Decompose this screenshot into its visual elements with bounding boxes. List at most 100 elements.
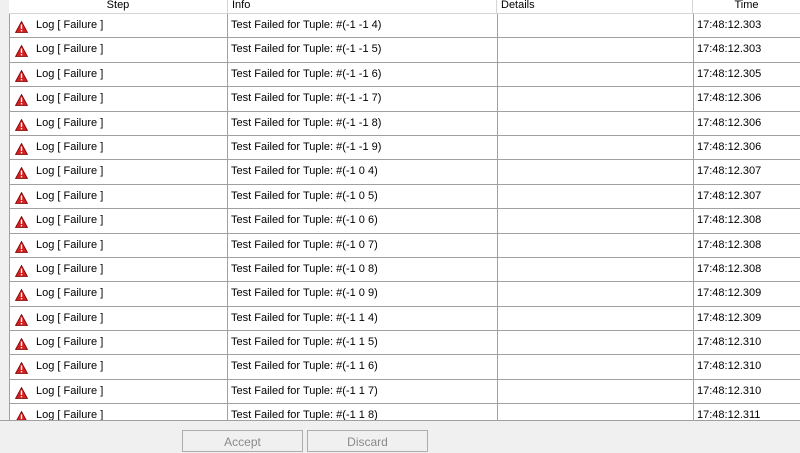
time-cell: 17:48:12.310 [697,336,762,349]
info-cell: Test Failed for Tuple: #(-1 0 5) [228,184,498,209]
info-cell: Test Failed for Tuple: #(-1 1 7) [228,379,498,404]
warning-icon [14,92,29,107]
step-cell: Log [ Failure ] [10,38,228,62]
time-cell: 17:48:12.303 [697,19,762,31]
results-table: Step Info Details Time Log [ Failure ] Te… [0,0,800,420]
info-cell: Test Failed for Tuple: #(-1 -1 4) [228,14,498,38]
info-cell: Test Failed for Tuple: #(-1 1 8) [228,404,498,420]
details-cell [498,160,694,184]
details-cell [498,87,694,111]
details-cell [498,38,694,62]
time-cell: 17:48:12.308 [697,238,762,251]
step-label: Log [ Failure ] [36,336,104,349]
column-header-details[interactable]: Details [497,0,693,13]
table-row[interactable]: Log [ Failure ] Test Failed for Tuple: #(… [9,282,800,307]
table-row[interactable]: Log [ Failure ] Test Failed for Tuple: #(… [9,87,800,112]
step-label: Log [ Failure ] [36,116,104,129]
button-bar: Accept Discard [0,420,800,452]
details-cell [498,379,694,404]
time-cell: 17:48:12.310 [697,384,762,397]
info-cell: Test Failed for Tuple: #(-1 0 8) [228,257,498,282]
table-header: Step Info Details Time [9,0,800,14]
step-cell: Log [ Failure ] [10,306,228,331]
warning-icon [14,19,29,33]
info-cell: Test Failed for Tuple: #(-1 -1 7) [228,87,498,111]
table-row[interactable]: Log [ Failure ] Test Failed for Tuple: #(… [9,257,800,283]
step-label: Log [ Failure ] [36,189,104,202]
warning-icon [14,43,29,58]
table-left-gutter [0,0,9,420]
table-row[interactable]: Log [ Failure ] Test Failed for Tuple: #(… [9,379,800,405]
step-cell: Log [ Failure ] [10,257,228,282]
column-header-time[interactable]: Time [693,0,800,13]
time-cell: 17:48:12.311 [697,409,761,420]
details-cell [498,14,694,38]
step-label: Log [ Failure ] [36,19,104,31]
step-cell: Log [ Failure ] [10,282,228,306]
table-row[interactable]: Log [ Failure ] Test Failed for Tuple: #(… [9,209,800,234]
warning-icon [14,239,29,253]
warning-icon [14,336,29,350]
step-label: Log [ Failure ] [36,140,104,153]
warning-icon [14,385,29,399]
time-cell: 17:48:12.306 [697,92,762,105]
table-row[interactable]: Log [ Failure ] Test Failed for Tuple: #(… [9,355,800,380]
info-cell: Test Failed for Tuple: #(-1 -1 9) [228,135,498,160]
time-cell: 17:48:12.308 [697,262,762,275]
accept-button[interactable]: Accept [182,430,303,452]
time-cell: 17:48:12.308 [697,214,762,227]
details-cell [498,404,694,420]
table-row[interactable]: Log [ Failure ] Test Failed for Tuple: #(… [9,184,800,210]
step-label: Log [ Failure ] [36,92,104,105]
time-cell: 17:48:12.303 [697,43,762,56]
time-cell: 17:48:12.305 [697,67,762,80]
time-cell: 17:48:12.309 [697,287,762,300]
step-label: Log [ Failure ] [36,67,104,80]
step-cell: Log [ Failure ] [10,404,228,420]
warning-icon [15,409,28,420]
info-cell: Test Failed for Tuple: #(-1 1 4) [228,306,498,331]
step-cell: Log [ Failure ] [10,135,228,160]
step-cell: Log [ Failure ] [10,379,228,404]
table-row[interactable]: Log [ Failure ] Test Failed for Tuple: #(… [9,331,800,356]
warning-icon [14,68,29,82]
table-row[interactable]: Log [ Failure ] Test Failed for Tuple: #(… [9,38,800,63]
info-cell: Test Failed for Tuple: #(-1 -1 8) [228,111,498,135]
details-cell [498,355,694,379]
step-cell: Log [ Failure ] [10,111,228,135]
details-cell [498,184,694,209]
info-cell: Test Failed for Tuple: #(-1 1 6) [228,355,498,379]
details-cell [498,209,694,233]
step-label: Log [ Failure ] [36,287,104,300]
table-row[interactable]: Log [ Failure ] Test Failed for Tuple: #(… [9,404,800,420]
table-row[interactable]: Log [ Failure ] Test Failed for Tuple: #(… [9,233,800,258]
step-cell: Log [ Failure ] [10,160,228,184]
info-cell: Test Failed for Tuple: #(-1 0 9) [228,282,498,306]
table-row[interactable]: Log [ Failure ] Test Failed for Tuple: #(… [9,306,800,332]
column-header-info[interactable]: Info [228,0,497,13]
details-cell [498,257,694,282]
info-cell: Test Failed for Tuple: #(-1 1 5) [228,331,498,355]
warning-icon [14,165,29,180]
step-cell: Log [ Failure ] [10,87,228,111]
table-row[interactable]: Log [ Failure ] Test Failed for Tuple: #(… [9,62,800,88]
table-row[interactable]: Log [ Failure ] Test Failed for Tuple: #(… [9,14,800,39]
details-cell [498,135,694,160]
info-cell: Test Failed for Tuple: #(-1 -1 6) [228,62,498,87]
discard-button[interactable]: Discard [307,430,428,452]
table-row[interactable]: Log [ Failure ] Test Failed for Tuple: #(… [9,160,800,185]
details-cell [498,282,694,306]
column-header-step[interactable]: Step [9,0,228,13]
table-row[interactable]: Log [ Failure ] Test Failed for Tuple: #(… [9,111,800,136]
step-label: Log [ Failure ] [36,262,104,275]
table-row[interactable]: Log [ Failure ] Test Failed for Tuple: #(… [9,135,800,161]
info-cell: Test Failed for Tuple: #(-1 0 7) [228,233,498,257]
step-cell: Log [ Failure ] [10,62,228,87]
warning-icon [14,287,29,302]
warning-icon [14,117,29,131]
step-cell: Log [ Failure ] [10,184,228,209]
time-cell: 17:48:12.309 [697,311,762,324]
step-label: Log [ Failure ] [36,238,104,251]
step-cell: Log [ Failure ] [10,233,228,257]
table-body: Log [ Failure ] Test Failed for Tuple: #(… [9,14,800,420]
